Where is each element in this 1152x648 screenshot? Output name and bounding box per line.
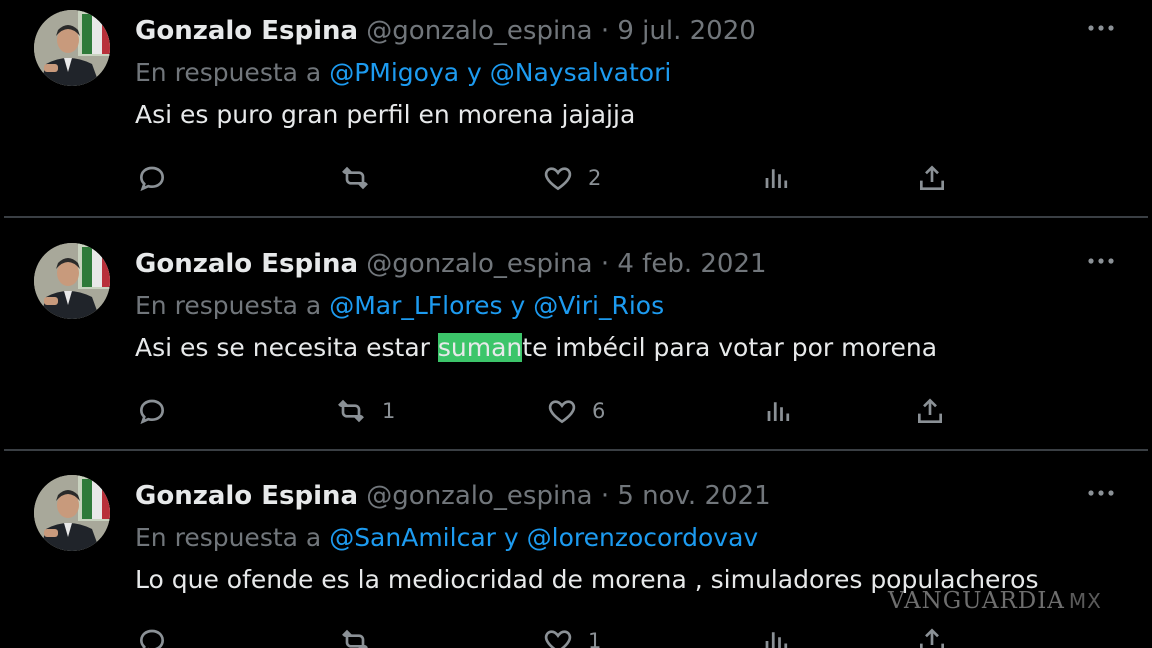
- share-icon: [920, 165, 944, 190]
- like-button[interactable]: 2: [542, 160, 601, 196]
- tweet-text-part: te imbécil para votar por morena: [522, 333, 938, 362]
- heart-icon: [544, 167, 572, 191]
- like-button[interactable]: 1: [542, 623, 601, 648]
- avatar-photo: [34, 475, 110, 551]
- tweet-date[interactable]: 5 nov. 2021: [617, 481, 770, 511]
- user-handle[interactable]: @gonzalo_espina: [366, 249, 592, 279]
- tweet[interactable]: Gonzalo Espina @gonzalo_espina · 9 jul. …: [0, 0, 1152, 216]
- retweet-button[interactable]: [338, 623, 386, 648]
- separator-dot: ·: [600, 16, 610, 46]
- reply-and: y: [510, 291, 526, 320]
- heart-icon: [544, 630, 572, 648]
- reply-and: y: [503, 523, 519, 552]
- mention-link[interactable]: @SanAmilcar: [329, 523, 496, 552]
- mention-link[interactable]: @Naysalvatori: [490, 58, 672, 87]
- reply-prefix: En respuesta a: [135, 523, 322, 552]
- tweet[interactable]: Gonzalo Espina @gonzalo_espina · 4 feb. …: [0, 233, 1152, 449]
- retweet-icon: [342, 166, 368, 190]
- more-horizontal-icon[interactable]: [1086, 481, 1120, 505]
- reply-context: En respuesta a @PMigoya y @Naysalvatori: [135, 56, 671, 90]
- tweet-date[interactable]: 9 jul. 2020: [617, 16, 755, 46]
- like-count: 2: [588, 166, 602, 190]
- reply-context: En respuesta a @Mar_LFlores y @Viri_Rios: [135, 289, 664, 323]
- share-button[interactable]: [916, 623, 948, 648]
- mention-link[interactable]: @PMigoya: [329, 58, 459, 87]
- tweet-text: Asi es puro gran perfil en morena jajajj…: [135, 98, 635, 132]
- tweet-actions: 1: [0, 623, 1152, 648]
- avatar[interactable]: [34, 10, 110, 86]
- retweet-button[interactable]: [338, 160, 386, 196]
- views-button[interactable]: [762, 160, 792, 196]
- tweet[interactable]: Gonzalo Espina @gonzalo_espina · 5 nov. …: [0, 465, 1152, 648]
- tweet-feed: Gonzalo Espina @gonzalo_espina · 9 jul. …: [0, 0, 1152, 648]
- share-icon: [920, 628, 944, 648]
- views-chart-icon: [765, 632, 788, 648]
- vanguardia-watermark: VANGUARDIA MX: [888, 588, 1102, 614]
- tweet-header: Gonzalo Espina @gonzalo_espina · 4 feb. …: [135, 247, 767, 281]
- avatar-photo: [34, 243, 110, 319]
- tweet-divider: [4, 449, 1148, 451]
- reply-icon: [139, 166, 165, 192]
- like-button[interactable]: 6: [546, 393, 605, 429]
- views-button[interactable]: [764, 393, 794, 429]
- views-button[interactable]: [762, 623, 792, 648]
- separator-dot: ·: [600, 481, 610, 511]
- separator-dot: ·: [600, 249, 610, 279]
- tweet-text: Asi es se necesita estar sumante imbécil…: [135, 331, 937, 365]
- avatar-photo: [34, 10, 110, 86]
- mention-link[interactable]: @lorenzocordovav: [527, 523, 759, 552]
- reply-button[interactable]: [136, 160, 168, 196]
- tweet-text-part: Asi es se necesita estar: [135, 333, 438, 362]
- more-horizontal-icon[interactable]: [1086, 16, 1120, 40]
- share-button[interactable]: [916, 160, 948, 196]
- user-handle[interactable]: @gonzalo_espina: [366, 481, 592, 511]
- views-chart-icon: [765, 169, 788, 188]
- retweet-icon: [342, 629, 368, 648]
- like-count: 6: [592, 399, 606, 423]
- more-horizontal-icon[interactable]: [1086, 249, 1120, 273]
- tweet-actions: 1 6: [0, 393, 1152, 429]
- display-name[interactable]: Gonzalo Espina: [135, 249, 358, 279]
- retweet-count: 1: [382, 399, 396, 423]
- avatar[interactable]: [34, 475, 110, 551]
- avatar[interactable]: [34, 243, 110, 319]
- reply-button[interactable]: [136, 623, 168, 648]
- mention-link[interactable]: @Mar_LFlores: [329, 291, 502, 320]
- share-icon: [918, 398, 942, 423]
- display-name[interactable]: Gonzalo Espina: [135, 481, 358, 511]
- retweet-button[interactable]: 1: [334, 393, 395, 429]
- share-button[interactable]: [914, 393, 946, 429]
- reply-button[interactable]: [136, 393, 168, 429]
- tweet-divider: [4, 216, 1148, 218]
- text-highlight: suman: [437, 333, 523, 362]
- mention-link[interactable]: @Viri_Rios: [533, 291, 664, 320]
- retweet-icon: [338, 399, 364, 423]
- reply-prefix: En respuesta a: [135, 58, 322, 87]
- like-count: 1: [588, 629, 602, 648]
- user-handle[interactable]: @gonzalo_espina: [366, 16, 592, 46]
- reply-prefix: En respuesta a: [135, 291, 322, 320]
- reply-and: y: [467, 58, 482, 87]
- views-chart-icon: [767, 402, 790, 421]
- tweet-text-part: Asi es puro gran perfil en morena jajajj…: [135, 100, 636, 129]
- display-name[interactable]: Gonzalo Espina: [135, 16, 358, 46]
- tweet-actions: 2: [0, 160, 1152, 196]
- reply-context: En respuesta a @SanAmilcar y @lorenzocor…: [135, 521, 758, 555]
- heart-icon: [548, 400, 576, 424]
- reply-icon: [139, 629, 165, 648]
- tweet-date[interactable]: 4 feb. 2021: [617, 249, 766, 279]
- watermark-suffix: MX: [1068, 589, 1102, 613]
- reply-icon: [139, 399, 165, 425]
- tweet-header: Gonzalo Espina @gonzalo_espina · 5 nov. …: [135, 479, 771, 513]
- tweet-header: Gonzalo Espina @gonzalo_espina · 9 jul. …: [135, 14, 756, 48]
- watermark-brand: VANGUARDIA: [888, 588, 1065, 614]
